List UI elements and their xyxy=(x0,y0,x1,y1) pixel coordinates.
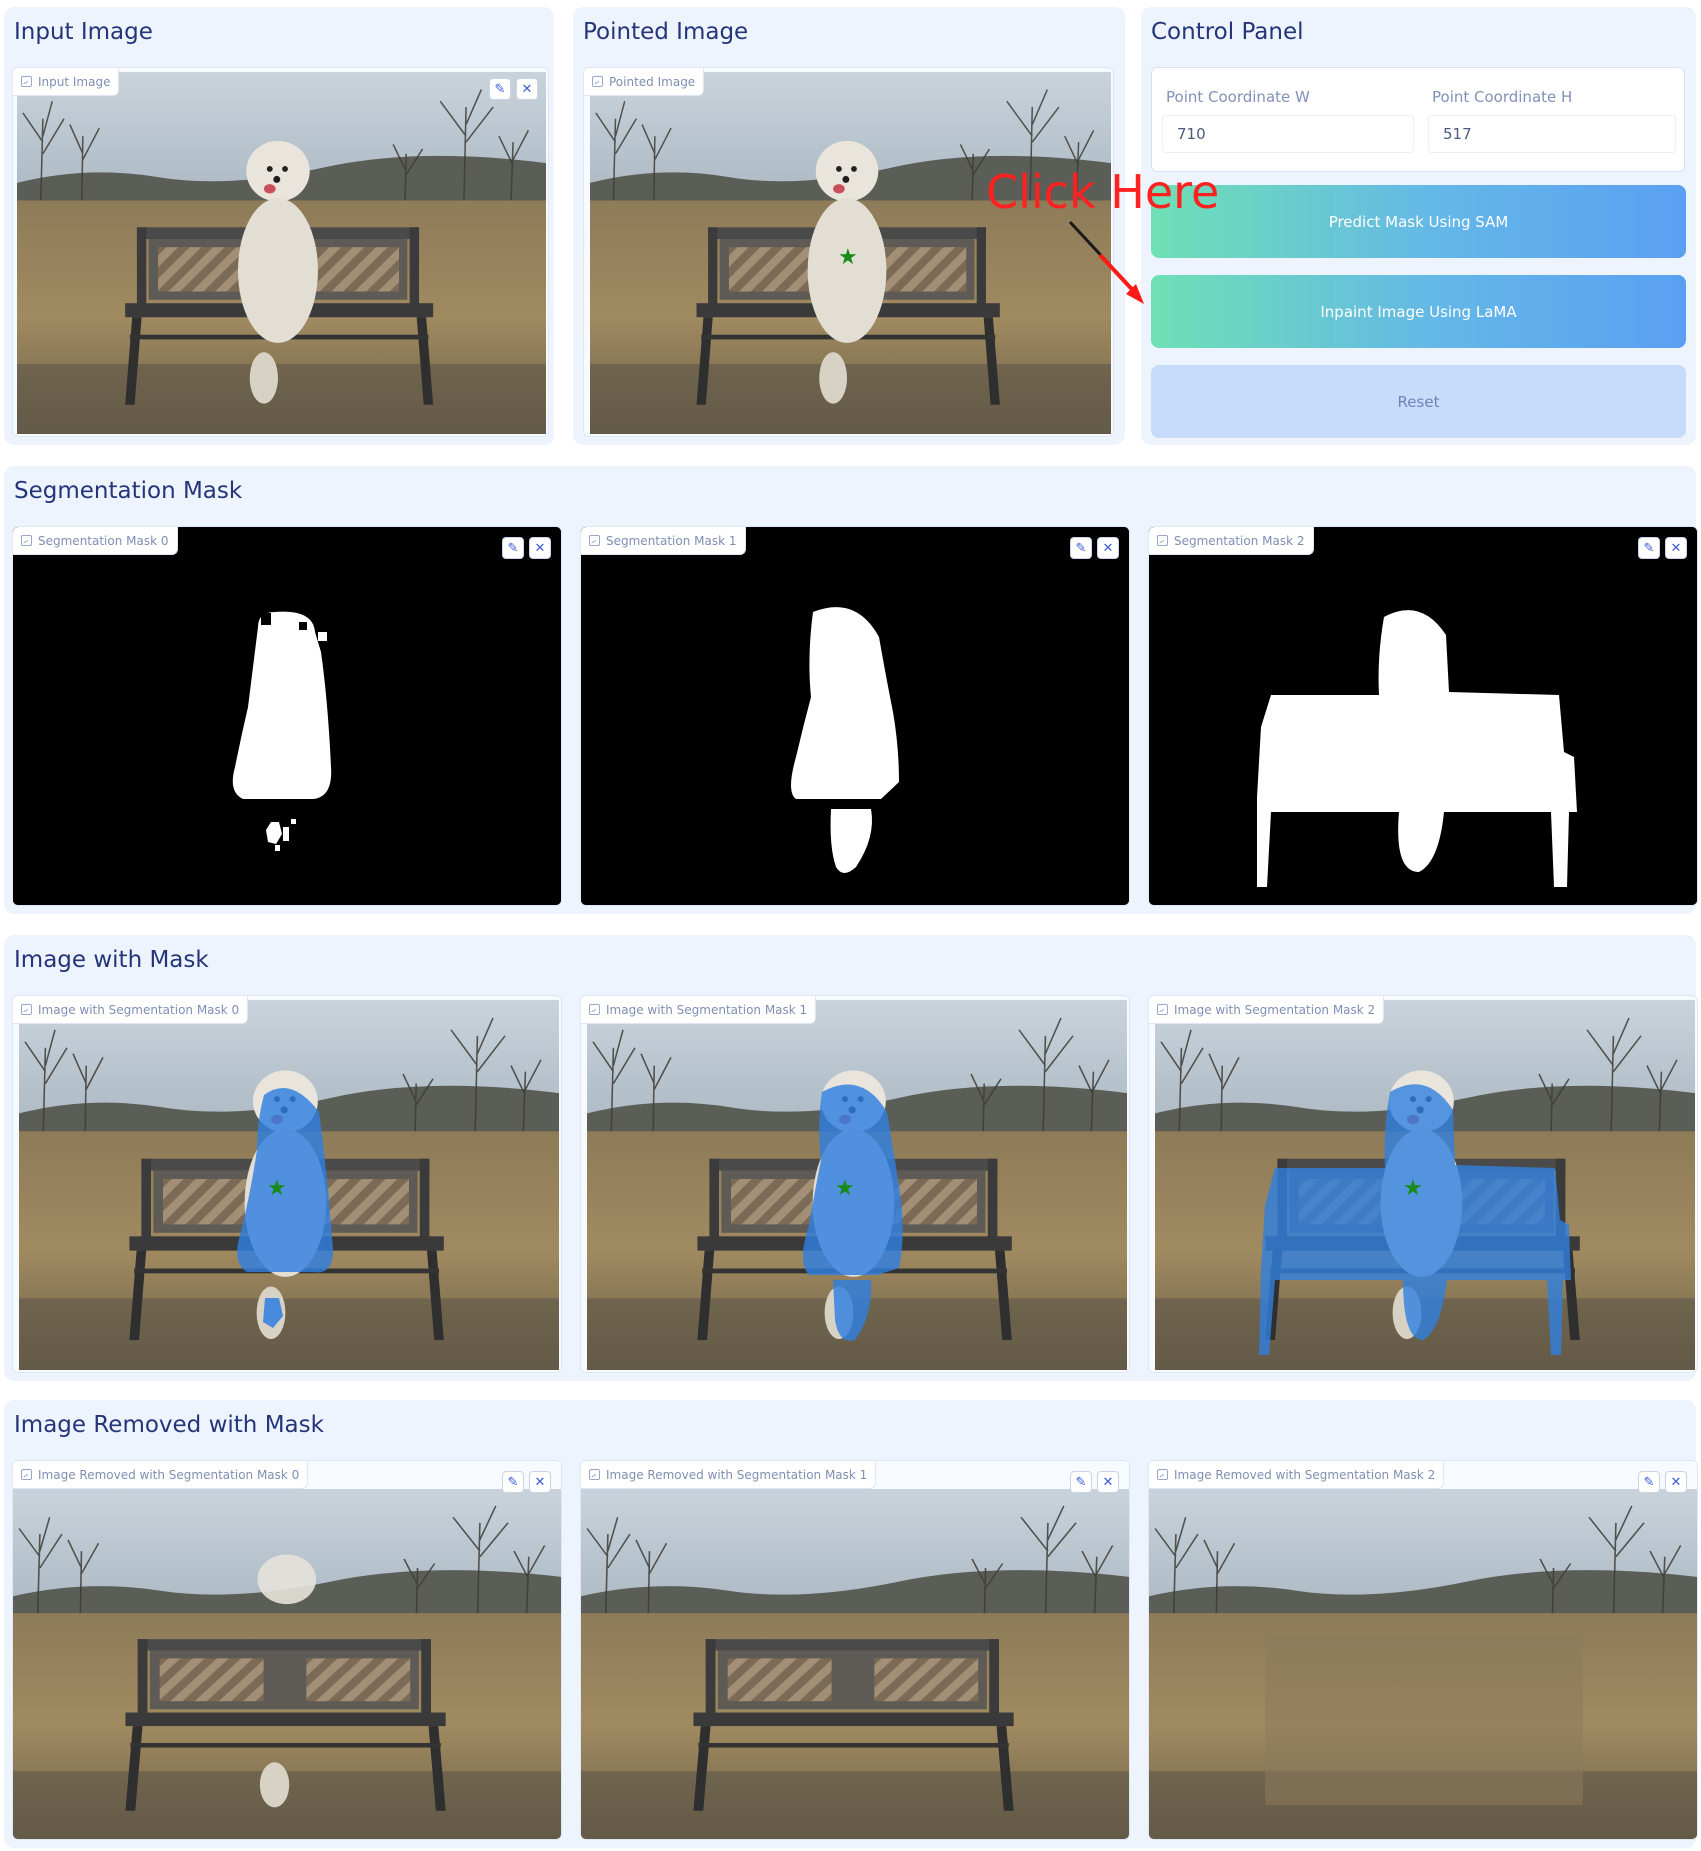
image-with-mask-0: ★ xyxy=(19,1000,559,1370)
image-icon xyxy=(21,1004,32,1015)
image-with-mask-panel-1[interactable]: Image with Segmentation Mask 1 ★ xyxy=(580,995,1130,1373)
image-with-mask-label: Image with Segmentation Mask 1 xyxy=(581,996,817,1024)
point-coordinate-box: Point Coordinate W 710 Point Coordinate … xyxy=(1151,67,1685,172)
input-image-section: Input Image Input Image ✎ ✕ xyxy=(4,7,554,445)
image-icon xyxy=(1157,1469,1168,1480)
image-with-mask-label: Image with Segmentation Mask 2 xyxy=(1149,996,1385,1024)
image-with-mask-label: Image with Segmentation Mask 0 xyxy=(13,996,249,1024)
control-panel-section: Control Panel Point Coordinate W 710 Poi… xyxy=(1141,7,1696,445)
predict-mask-button[interactable]: Predict Mask Using SAM xyxy=(1151,185,1686,258)
pointed-image-label: Pointed Image xyxy=(584,68,705,96)
close-icon[interactable]: ✕ xyxy=(529,537,551,559)
image-icon xyxy=(589,1469,600,1480)
image-icon xyxy=(21,1469,32,1480)
segmentation-mask-label: Segmentation Mask 0 xyxy=(13,527,178,555)
image-icon xyxy=(21,76,32,87)
image-icon xyxy=(589,535,600,546)
close-icon[interactable]: ✕ xyxy=(1665,1471,1687,1493)
image-with-mask-panel-0[interactable]: Image with Segmentation Mask 0 ★ xyxy=(12,995,562,1373)
image-icon xyxy=(592,76,603,87)
segmentation-mask-label: Segmentation Mask 1 xyxy=(581,527,746,555)
pointed-image-title: Pointed Image xyxy=(583,19,749,45)
image-removed-0 xyxy=(13,1489,561,1839)
segmentation-mask-panel-0[interactable]: Segmentation Mask 0 ✎ ✕ xyxy=(12,526,562,906)
image-icon xyxy=(589,1004,600,1015)
close-icon[interactable]: ✕ xyxy=(1097,537,1119,559)
close-icon[interactable]: ✕ xyxy=(529,1471,551,1493)
image-removed-panel-1[interactable]: Image Removed with Segmentation Mask 1 ✎… xyxy=(580,1460,1130,1840)
pencil-icon[interactable]: ✎ xyxy=(1070,1471,1092,1493)
image-with-mask-2: ★ xyxy=(1155,1000,1695,1370)
pencil-icon[interactable]: ✎ xyxy=(1070,537,1092,559)
pencil-icon[interactable]: ✎ xyxy=(502,1471,524,1493)
input-image-title: Input Image xyxy=(14,19,153,45)
input-image-tools: ✎ ✕ xyxy=(489,78,538,100)
control-panel-title: Control Panel xyxy=(1151,19,1304,45)
image-removed-1 xyxy=(581,1489,1129,1839)
coord-h-label: Point Coordinate H xyxy=(1432,88,1573,106)
image-removed-2 xyxy=(1149,1489,1697,1839)
input-image[interactable] xyxy=(17,72,546,434)
point-marker-icon: ★ xyxy=(267,1176,287,1201)
annotation-arrow xyxy=(1068,220,1144,304)
image-with-mask-section: Image with Mask Image with Segmentation … xyxy=(4,935,1698,1381)
close-icon[interactable]: ✕ xyxy=(1097,1471,1119,1493)
pencil-icon[interactable]: ✎ xyxy=(489,78,511,100)
image-icon xyxy=(21,535,32,546)
image-removed-label: Image Removed with Segmentation Mask 0 xyxy=(13,1461,309,1489)
pencil-icon[interactable]: ✎ xyxy=(1638,1471,1660,1493)
image-removed-panel-2[interactable]: Image Removed with Segmentation Mask 2 ✎… xyxy=(1148,1460,1698,1840)
point-marker-icon: ★ xyxy=(1403,1176,1423,1201)
segmentation-mask-title: Segmentation Mask xyxy=(14,478,243,504)
segmentation-mask-0 xyxy=(13,527,561,905)
pointed-image[interactable]: ★ xyxy=(590,72,1111,434)
pencil-icon[interactable]: ✎ xyxy=(1638,537,1660,559)
image-icon xyxy=(1157,1004,1168,1015)
image-removed-label: Image Removed with Segmentation Mask 1 xyxy=(581,1461,877,1489)
segmentation-mask-label: Segmentation Mask 2 xyxy=(1149,527,1314,555)
coord-w-label: Point Coordinate W xyxy=(1166,88,1310,106)
point-marker-icon: ★ xyxy=(838,245,858,270)
image-removed-title: Image Removed with Mask xyxy=(14,1412,324,1438)
image-with-mask-1: ★ xyxy=(587,1000,1127,1370)
image-removed-section: Image Removed with Mask Image Removed wi… xyxy=(4,1400,1698,1848)
segmentation-mask-panel-1[interactable]: Segmentation Mask 1 ✎ ✕ xyxy=(580,526,1130,906)
close-icon[interactable]: ✕ xyxy=(1665,537,1687,559)
coord-h-input[interactable]: 517 xyxy=(1428,115,1676,153)
input-image-label: Input Image xyxy=(13,68,120,96)
input-image-panel[interactable]: Input Image ✎ ✕ xyxy=(12,67,549,437)
image-removed-label: Image Removed with Segmentation Mask 2 xyxy=(1149,1461,1445,1489)
image-with-mask-title: Image with Mask xyxy=(14,947,209,973)
segmentation-mask-section: Segmentation Mask Segmentation Mask 0 ✎ ✕… xyxy=(4,466,1698,914)
point-marker-icon: ★ xyxy=(835,1176,855,1201)
image-with-mask-panel-2[interactable]: Image with Segmentation Mask 2 ★ xyxy=(1148,995,1698,1373)
segmentation-mask-2 xyxy=(1149,527,1697,905)
image-removed-panel-0[interactable]: Image Removed with Segmentation Mask 0 ✎… xyxy=(12,1460,562,1840)
close-icon[interactable]: ✕ xyxy=(516,78,538,100)
coord-w-input[interactable]: 710 xyxy=(1162,115,1414,153)
reset-button[interactable]: Reset xyxy=(1151,365,1686,438)
pencil-icon[interactable]: ✎ xyxy=(502,537,524,559)
image-icon xyxy=(1157,535,1168,546)
inpaint-image-button[interactable]: Inpaint Image Using LaMA xyxy=(1151,275,1686,348)
segmentation-mask-1 xyxy=(581,527,1129,905)
segmentation-mask-panel-2[interactable]: Segmentation Mask 2 ✎ ✕ xyxy=(1148,526,1698,906)
pointed-image-panel[interactable]: Pointed Image ★ xyxy=(583,67,1114,437)
